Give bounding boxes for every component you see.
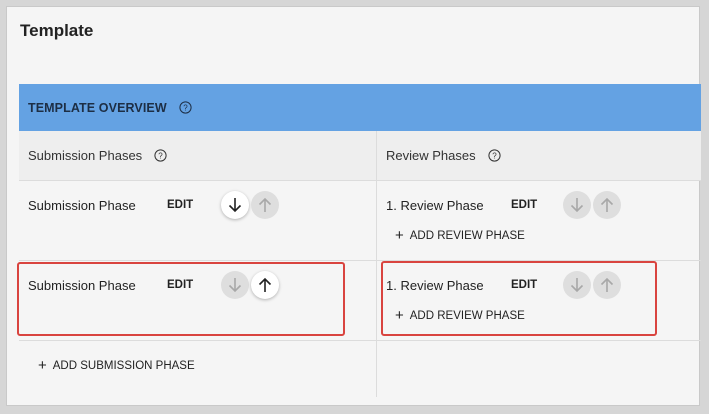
add-review-phase-label: ADD REVIEW PHASE: [409, 229, 525, 242]
review-phase-name: 1. Review Phase: [386, 198, 484, 213]
highlight-box-submission: [17, 262, 345, 336]
review-phase-cell: 1. Review Phase EDIT + ADD REVIEW PHASE: [377, 181, 701, 260]
help-circle-icon[interactable]: ?: [488, 149, 501, 162]
review-footer-cell: [377, 341, 701, 397]
help-circle-icon[interactable]: ?: [179, 101, 192, 114]
svg-text:?: ?: [492, 151, 497, 160]
plus-icon: +: [38, 357, 47, 374]
move-up-button[interactable]: [251, 191, 279, 219]
template-panel: Template TEMPLATE OVERVIEW ? Submission …: [6, 6, 701, 406]
add-submission-phase-button[interactable]: + ADD SUBMISSION PHASE: [38, 358, 195, 373]
arrow-down-icon: [228, 198, 242, 213]
phase-row: Submission Phase EDIT 1. Review Phase ED…: [19, 181, 701, 261]
template-overview-label: TEMPLATE OVERVIEW: [28, 100, 167, 115]
submission-phases-header-label: Submission Phases: [28, 148, 143, 163]
template-overview-bar: TEMPLATE OVERVIEW ?: [19, 84, 701, 131]
submission-phase-name: Submission Phase: [28, 198, 136, 213]
review-phases-header-label: Review Phases: [386, 148, 476, 163]
arrow-up-icon: [600, 197, 614, 212]
svg-text:?: ?: [183, 103, 188, 112]
highlight-box-review: [381, 261, 657, 336]
move-down-button[interactable]: [221, 191, 249, 219]
page-title: Template: [20, 21, 94, 40]
phases-header-row: Submission Phases ? Review Phases ?: [19, 131, 701, 181]
submission-footer-cell: + ADD SUBMISSION PHASE: [19, 341, 377, 397]
review-phases-header: Review Phases ?: [377, 131, 701, 180]
submission-phases-header: Submission Phases ?: [19, 131, 377, 180]
arrow-up-icon: [258, 197, 272, 212]
phases-footer-row: + ADD SUBMISSION PHASE: [19, 341, 701, 397]
add-submission-phase-label: ADD SUBMISSION PHASE: [52, 359, 195, 372]
add-review-phase-button[interactable]: + ADD REVIEW PHASE: [395, 228, 525, 243]
help-circle-icon[interactable]: ?: [154, 149, 167, 162]
arrow-down-icon: [570, 198, 584, 213]
svg-text:?: ?: [158, 151, 163, 160]
edit-review-phase-button[interactable]: EDIT: [511, 199, 537, 211]
plus-icon: +: [395, 227, 404, 244]
move-up-button[interactable]: [593, 191, 621, 219]
edit-submission-phase-button[interactable]: EDIT: [167, 199, 193, 211]
move-down-button[interactable]: [563, 191, 591, 219]
submission-phase-cell: Submission Phase EDIT: [19, 181, 377, 260]
